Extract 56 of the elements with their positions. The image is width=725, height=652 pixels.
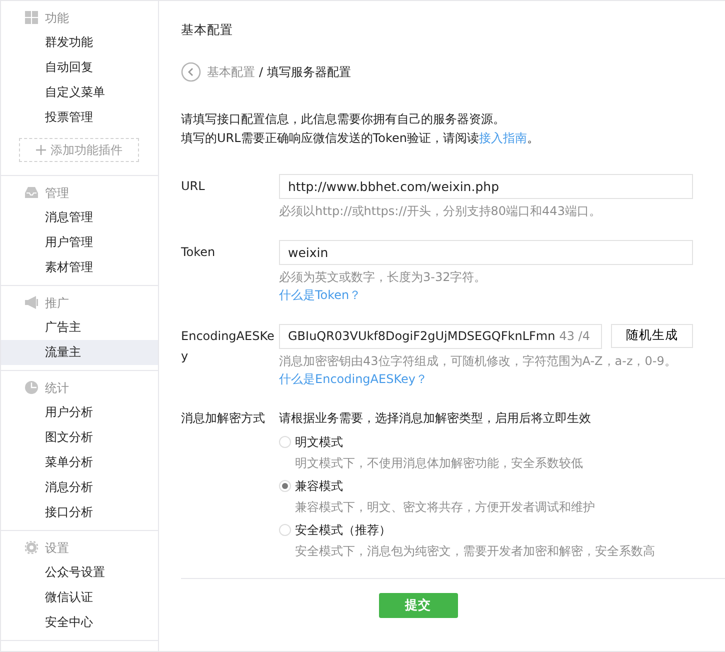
sidebar-item[interactable]: 广告主 <box>1 315 158 340</box>
sidebar-item[interactable]: 公众号设置 <box>1 560 158 585</box>
sidebar-item[interactable]: 微信认证 <box>1 585 158 610</box>
sidebar-item[interactable]: 消息管理 <box>1 205 158 230</box>
field-label: Token <box>181 244 216 261</box>
intro-text: 请填写接口配置信息，此信息需要你拥有自己的服务器资源。 <box>181 110 506 128</box>
radio-button[interactable] <box>279 524 291 536</box>
sidebar-item[interactable]: 流量主 <box>1 340 158 365</box>
option-description: 明文模式下，不使用消息体加解密功能，安全系数较低 <box>295 454 584 472</box>
sidebar-item[interactable]: 安全中心 <box>1 610 158 635</box>
character-counter: 43 /4 <box>559 328 590 346</box>
back-icon[interactable] <box>181 62 201 82</box>
sidebar-item[interactable]: 消息分析 <box>1 475 158 500</box>
field-label: EncodingAESKey <box>181 328 276 365</box>
field-label: 消息加解密方式 <box>181 410 266 427</box>
breadcrumb-current: 填写服务器配置 <box>267 64 352 81</box>
pie-chart-icon <box>25 381 38 394</box>
sidebar-item[interactable]: 素材管理 <box>1 255 158 280</box>
option-description: 兼容模式下，明文、密文将共存，方便开发者调试和维护 <box>295 498 596 516</box>
radio-prompt: 请根据业务需要，选择消息加解密类型，启用后将立即生效 <box>279 410 592 427</box>
section-title: 设置 <box>45 540 69 556</box>
field-label: URL <box>181 178 206 195</box>
gear-icon <box>25 541 38 554</box>
sidebar-item[interactable]: 用户分析 <box>1 400 158 425</box>
sidebar-item[interactable]: 投票管理 <box>1 105 158 130</box>
sidebar-item[interactable]: 自动回复 <box>1 55 158 80</box>
intro-text: 填写的URL需要正确响应微信发送的Token验证，请阅读接入指南。 <box>181 130 540 147</box>
plus-icon <box>36 145 46 155</box>
sidebar-item[interactable]: 图文分析 <box>1 425 158 450</box>
key-field[interactable]: GBIuQR03VUkf8DogiF2gUjMDSEGQFknLFmn 43 /4 <box>279 324 602 349</box>
section-title: 功能 <box>45 10 69 26</box>
sidebar-item[interactable]: 用户管理 <box>1 230 158 255</box>
megaphone-icon <box>25 296 38 309</box>
section-title: 统计 <box>45 380 69 396</box>
grid-icon <box>25 11 38 24</box>
radio-button[interactable] <box>279 480 291 492</box>
field-hint: 必须为英文或数字，长度为3-32字符。 <box>279 268 488 286</box>
page-title: 基本配置 <box>181 21 234 39</box>
radio-label[interactable]: 兼容模式 <box>295 476 343 495</box>
breadcrumb-separator: / <box>259 64 264 81</box>
field-hint: 必须以http://或https://开头，分别支持80端口和443端口。 <box>279 202 602 220</box>
sidebar-item[interactable]: 群发功能 <box>1 30 158 55</box>
option-description: 安全模式下，消息包为纯密文，需要开发者加密和解密，安全系数高 <box>295 542 656 560</box>
inbox-icon <box>25 186 38 199</box>
radio-label[interactable]: 明文模式 <box>295 432 343 451</box>
section-title: 推广 <box>45 294 69 312</box>
field-hint: 消息加密密钥由43位字符组成，可随机修改，字符范围为A-Z，a-z，0-9。 <box>279 352 678 370</box>
radio-button[interactable] <box>279 436 291 448</box>
radio-label[interactable]: 安全模式（推荐） <box>295 520 391 539</box>
text-field[interactable]: weixin <box>279 240 693 265</box>
sidebar-item[interactable]: 接口分析 <box>1 500 158 525</box>
sidebar-item[interactable]: 菜单分析 <box>1 450 158 475</box>
sidebar-item[interactable]: 自定义菜单 <box>1 80 158 105</box>
section-title: 管理 <box>45 184 69 202</box>
generate-button[interactable]: 随机生成 <box>611 324 693 348</box>
text-field[interactable]: http://www.bbhet.com/weixin.php <box>279 174 693 199</box>
